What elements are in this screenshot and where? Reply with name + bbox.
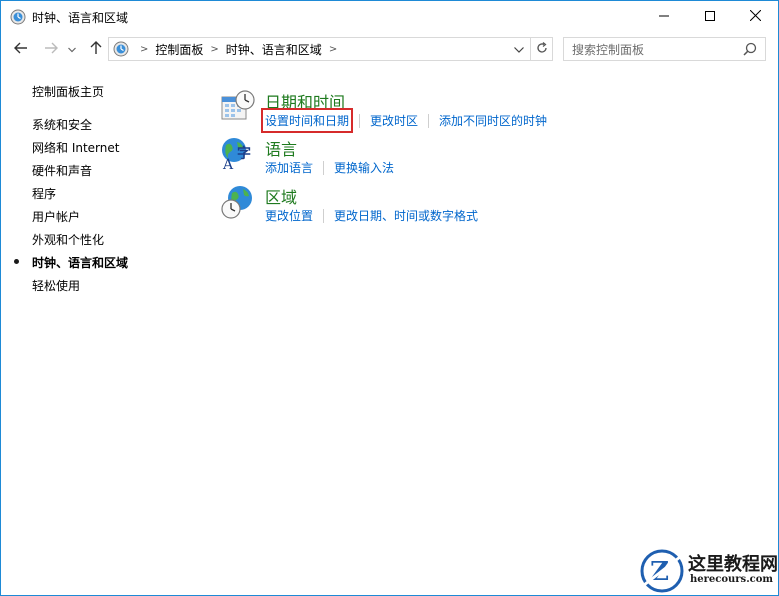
minimize-icon (659, 10, 669, 24)
back-button[interactable] (11, 39, 31, 59)
search-input[interactable] (572, 42, 732, 58)
add-language-link[interactable]: 添加语言 (265, 159, 313, 176)
nav-programs[interactable]: 程序 (32, 185, 56, 202)
category-title-date-time[interactable]: 日期和时间 (265, 89, 345, 113)
chevron-down-icon (514, 42, 524, 56)
close-button[interactable] (732, 1, 778, 32)
control-panel-window: 时钟、语言和区域 > 控制面板 > 时钟、语言和区域 > 搜索控制面板 控制面板… (0, 0, 779, 596)
breadcrumb-clock-language-region[interactable]: 时钟、语言和区域 (226, 41, 322, 58)
nav-network-internet[interactable]: 网络和 Internet (32, 139, 119, 156)
link-divider (359, 113, 361, 128)
language-globe-icon[interactable]: 字 A (220, 136, 256, 173)
breadcrumb-control-panel[interactable]: 控制面板 (155, 41, 203, 58)
chevron-down-icon (68, 42, 76, 56)
change-date-time-number-formats-link[interactable]: 更改日期、时间或数字格式 (334, 207, 478, 224)
refresh-icon (536, 41, 548, 57)
clock-globe-icon (10, 9, 26, 25)
category-links-region: 更改位置 更改日期、时间或数字格式 (265, 207, 478, 224)
change-input-method-link[interactable]: 更换输入法 (334, 159, 394, 176)
arrow-right-icon (44, 42, 58, 57)
watermark-chinese-text: 这里教程网 (688, 554, 778, 575)
nav-hardware-sound[interactable]: 硬件和声音 (32, 162, 92, 179)
current-page-bullet-icon (14, 259, 19, 264)
watermark-english-text: herecours.com (690, 574, 774, 585)
up-button[interactable] (86, 39, 106, 59)
category-title-language[interactable]: 语言 (265, 136, 297, 160)
minimize-button[interactable] (641, 1, 687, 32)
nav-system-security[interactable]: 系统和安全 (32, 116, 92, 133)
svg-text:字: 字 (237, 145, 251, 162)
region-globe-clock-icon[interactable] (220, 184, 256, 220)
set-time-date-link[interactable]: 设置时间和日期 (260, 108, 354, 133)
address-bar[interactable]: > 控制面板 > 时钟、语言和区域 > (108, 37, 531, 61)
maximize-button[interactable] (687, 1, 733, 32)
navigation-row: > 控制面板 > 时钟、语言和区域 > (1, 32, 778, 66)
calendar-clock-icon[interactable] (220, 89, 256, 125)
svg-text:A: A (222, 157, 234, 172)
search-icon[interactable] (743, 42, 759, 58)
address-history-dropdown[interactable] (512, 41, 526, 57)
recent-locations-button[interactable] (65, 39, 79, 59)
category-links-date-time: 设置时间和日期 更改时区 添加不同时区的时钟 (260, 108, 547, 133)
nav-clock-language-region[interactable]: 时钟、语言和区域 (32, 254, 128, 271)
nav-user-accounts[interactable]: 用户帐户 (32, 208, 80, 225)
category-links-language: 添加语言 更换输入法 (265, 159, 394, 176)
nav-appearance-personalization[interactable]: 外观和个性化 (32, 231, 104, 248)
window-title: 时钟、语言和区域 (32, 11, 129, 25)
breadcrumb: > 控制面板 > 时钟、语言和区域 > (133, 38, 344, 60)
watermark-logo-icon: Z (640, 549, 684, 593)
change-location-link[interactable]: 更改位置 (265, 207, 313, 224)
change-time-zone-link[interactable]: 更改时区 (370, 112, 418, 129)
chevron-right-icon[interactable]: > (210, 44, 218, 55)
clock-globe-icon (113, 41, 129, 57)
title-bar: 时钟、语言和区域 (1, 1, 778, 32)
maximize-icon (705, 10, 715, 24)
arrow-up-icon (90, 40, 102, 58)
close-icon (749, 9, 761, 24)
arrow-left-icon (14, 42, 28, 57)
link-divider (323, 208, 325, 223)
category-title-region[interactable]: 区域 (265, 184, 297, 208)
refresh-button[interactable] (531, 37, 553, 61)
chevron-right-icon[interactable]: > (329, 44, 337, 55)
search-box[interactable] (563, 37, 766, 61)
link-divider (428, 113, 430, 128)
add-clocks-link[interactable]: 添加不同时区的时钟 (439, 112, 547, 129)
site-watermark: Z 这里教程网 herecours.com (604, 541, 779, 596)
nav-control-panel-home[interactable]: 控制面板主页 (32, 83, 104, 100)
link-divider (323, 160, 325, 175)
forward-button[interactable] (41, 39, 61, 59)
nav-ease-of-access[interactable]: 轻松使用 (32, 277, 80, 294)
chevron-right-icon[interactable]: > (140, 44, 148, 55)
